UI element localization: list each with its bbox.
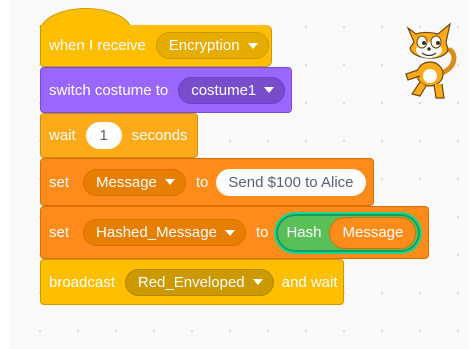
set-hashed-message-block[interactable]: set Hashed_Message to Hash Message: [40, 206, 429, 259]
costume-dropdown-value: costume1: [191, 81, 257, 99]
hash-label: Hash: [286, 224, 322, 241]
message-dropdown-value: Encryption: [168, 37, 240, 54]
set-label: set: [49, 224, 70, 241]
variable-dropdown-value: Message: [96, 173, 157, 191]
to-label: to: [255, 224, 269, 241]
variable-dropdown-value: Hashed_Message: [96, 224, 217, 241]
broadcast-message-value: Red_Enveloped: [137, 273, 245, 291]
message-value-input[interactable]: Send $100 to Alice: [216, 168, 366, 196]
wait-label: wait: [49, 127, 76, 144]
broadcast-and-wait-block[interactable]: broadcast Red_Enveloped and wait: [40, 259, 344, 305]
broadcast-message-dropdown[interactable]: Red_Enveloped: [124, 268, 274, 296]
set-message-block[interactable]: set Message to Send $100 to Alice: [40, 158, 374, 206]
variable-dropdown-hashed[interactable]: Hashed_Message: [83, 219, 246, 246]
broadcast-label: broadcast: [49, 273, 115, 291]
costume-dropdown[interactable]: costume1: [178, 76, 286, 104]
wait-unit-label: seconds: [131, 127, 188, 144]
message-dropdown[interactable]: Encryption: [155, 32, 269, 59]
and-wait-label: and wait: [281, 273, 338, 291]
chevron-down-icon: [224, 229, 235, 236]
when-i-receive-label: when I receive: [49, 37, 146, 54]
chevron-down-icon: [247, 42, 258, 49]
wait-block[interactable]: wait 1 seconds: [40, 113, 198, 158]
to-label: to: [195, 173, 209, 191]
when-i-receive-block[interactable]: when I receive Encryption: [40, 25, 272, 67]
hash-operator-block[interactable]: Hash Message: [274, 211, 423, 254]
chevron-down-icon: [264, 87, 275, 93]
variable-dropdown-message[interactable]: Message: [83, 168, 186, 196]
switch-costume-label: switch costume to: [49, 81, 169, 99]
chevron-down-icon: [252, 279, 263, 285]
wait-duration-input[interactable]: 1: [85, 122, 122, 149]
message-variable-reporter[interactable]: Message: [329, 216, 417, 249]
chevron-down-icon: [164, 179, 175, 185]
cat-sprite-icon[interactable]: [398, 14, 458, 104]
set-label: set: [49, 173, 70, 191]
switch-costume-block[interactable]: switch costume to costume1: [40, 67, 292, 113]
